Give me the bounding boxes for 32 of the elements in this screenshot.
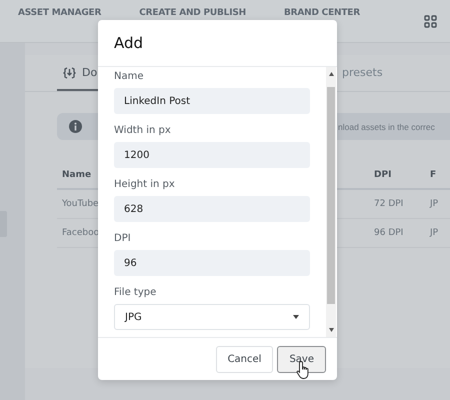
info-icon	[69, 120, 82, 133]
column-header: DPI	[373, 170, 392, 180]
table-cell-text: YouTube	[61, 199, 99, 209]
select-field[interactable]: JPG	[114, 304, 310, 330]
input-field[interactable]: 1200	[114, 142, 310, 168]
nav-item[interactable]: BRAND CENTER	[284, 8, 360, 18]
dialog-title: Add	[114, 34, 144, 52]
cancel-button[interactable]: Cancel	[216, 346, 274, 372]
input-field[interactable]: LinkedIn Post	[114, 88, 310, 114]
column-header: F	[429, 170, 436, 180]
input-field[interactable]: 96	[114, 250, 310, 276]
column-header: Name	[61, 170, 92, 180]
field-label: DPI	[114, 233, 132, 245]
nav-item[interactable]: CREATE AND PUBLISH	[139, 8, 246, 18]
info-text: nload assets in the correc	[338, 122, 436, 132]
table-cell-text: JP	[428, 228, 438, 238]
field-label: Name	[114, 71, 145, 83]
table-cell-text: Faceboo	[61, 228, 100, 238]
input-field[interactable]: 628	[114, 196, 310, 222]
scroll-down-icon[interactable]	[328, 328, 334, 332]
grid-icon[interactable]	[424, 15, 437, 28]
scroll-up-icon[interactable]	[328, 72, 334, 76]
nav-item[interactable]: ASSET MANAGER	[18, 8, 102, 18]
table-cell-text: JP	[428, 199, 438, 209]
field-label: Width in px	[114, 125, 172, 137]
field-label: File type	[114, 287, 158, 299]
scrollbar[interactable]	[326, 67, 336, 337]
table-cell-text: 72 DPI	[373, 199, 404, 209]
field-label: Height in px	[114, 179, 176, 191]
table-cell-text: 96 DPI	[373, 228, 404, 238]
download-icon	[63, 66, 76, 78]
caret-icon	[293, 315, 299, 319]
